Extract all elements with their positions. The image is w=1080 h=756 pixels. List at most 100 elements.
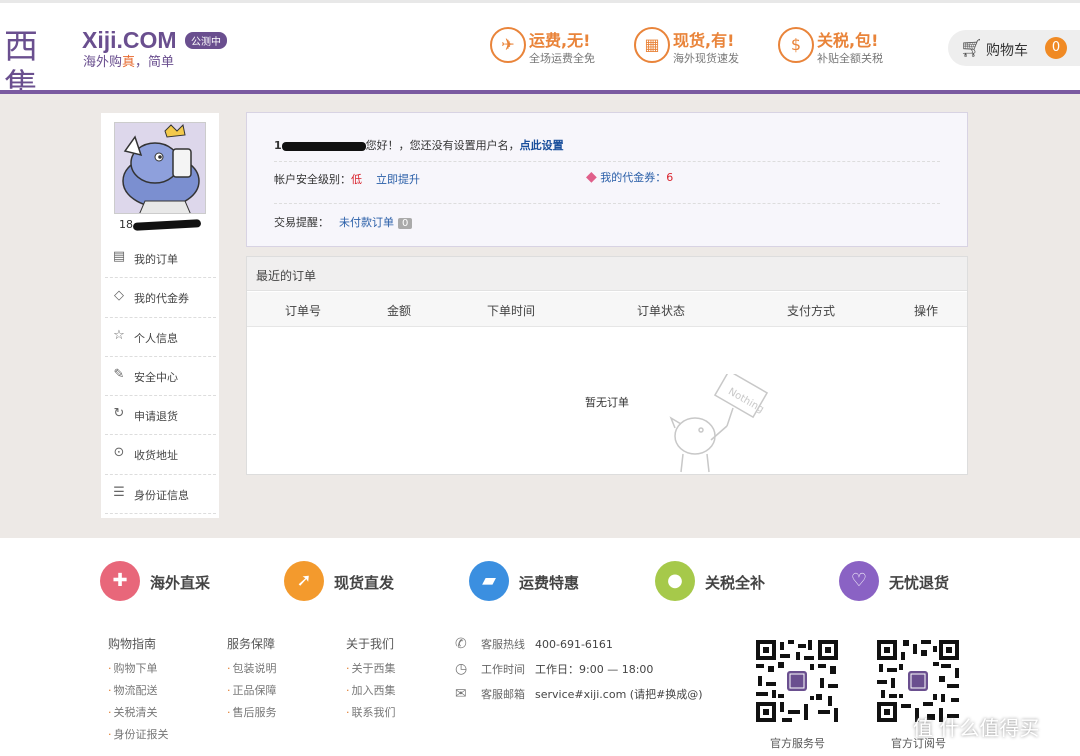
shopping-bag-icon: ✚ — [100, 561, 140, 601]
security-label: 帐户安全级别： — [274, 173, 351, 186]
sidebar-item-label: 我的订单 — [134, 253, 178, 266]
promo-title: 关税,包! — [817, 31, 879, 50]
star-icon: ☆ — [113, 327, 125, 343]
plane-icon: ✈ — [490, 27, 526, 63]
sidebar-item-label: 申请退货 — [134, 410, 178, 424]
sidebar-item-label: 个人信息 — [134, 331, 178, 345]
promo-subtitle: 海外现货速发 — [673, 52, 739, 65]
promo-subtitle: 全场运费全免 — [529, 52, 595, 65]
user-id: 1 — [274, 139, 282, 152]
feature-label: 海外直采 — [150, 574, 211, 592]
divider — [274, 203, 940, 204]
coupon-count: 6 — [666, 171, 674, 184]
contact-email: ✉ 客服邮箱 service#xiji.com (请把#换成@) — [455, 686, 703, 702]
footer-link[interactable]: · 联系我们 — [346, 704, 396, 726]
dollar-icon: $ — [778, 27, 814, 63]
promo-title: 现货,有! — [673, 31, 735, 50]
footer-link[interactable]: · 加入西集 — [346, 682, 396, 704]
column-order-time: 下单时间 — [487, 304, 536, 318]
promo-subtitle: 补贴全额关税 — [817, 52, 883, 65]
unpaid-count-badge: 0 — [398, 218, 413, 229]
clock-icon: ◷ — [455, 661, 468, 677]
promo-title: 运费,无! — [529, 31, 591, 50]
column-order-number: 订单号 — [285, 304, 322, 318]
footer-link[interactable]: · 身份证报关 — [108, 726, 169, 748]
greeting-row: 1 您好！，您还没有设置用户名，点此设置 — [274, 137, 564, 153]
sidebar-item-returns[interactable]: ↻ 申请退货 — [105, 396, 216, 436]
orders-title: 最近的订单 — [247, 257, 967, 291]
sidebar-item-address[interactable]: ⊙ 收货地址 — [105, 435, 216, 475]
set-username-link[interactable]: 点此设置 — [520, 139, 564, 152]
tag-icon: ◇ — [114, 288, 124, 304]
logo-slogan: 海外购真，简单 — [83, 55, 175, 70]
rocket-icon: ➚ — [284, 561, 324, 601]
column-order-status: 订单状态 — [637, 304, 686, 318]
upgrade-security-link[interactable]: 立即提升 — [376, 173, 420, 186]
coupon-tag-icon: ◆ — [586, 169, 597, 185]
feature-label: 关税全补 — [705, 574, 766, 592]
sidebar-item-security[interactable]: ✎ 安全中心 — [105, 357, 216, 397]
qr-label-service: 官方服务号 — [770, 737, 825, 750]
footer-column-service: 服务保障 · 包装说明 · 正品保障 · 售后服务 — [227, 635, 277, 726]
sidebar-item-label: 安全中心 — [134, 370, 178, 384]
heart-icon: ♡ — [839, 561, 879, 601]
reminder-row: 交易提醒： 未付款订单 0 — [274, 214, 413, 230]
contact-hotline: ✆ 客服热线 400-691-6161 — [455, 636, 613, 652]
footer-column-shopping-guide: 购物指南 · 购物下单 · 物流配送 · 关税清关 · 身份证报关 — [108, 635, 169, 748]
sidebar-item-label: 身份证信息 — [134, 488, 189, 502]
column-actions: 操作 — [914, 304, 939, 318]
piggy-bank-icon: ● — [655, 561, 695, 601]
account-sidebar: 18 ▤ 我的订单 ◇ 我的代金券 ☆ 个人信息 ✎ 安全中心 ↻ 申请退货 ⊙… — [101, 113, 219, 518]
sidebar-item-profile[interactable]: ☆ 个人信息 — [105, 318, 216, 357]
footer-link[interactable]: · 售后服务 — [227, 704, 277, 726]
footer-link[interactable]: · 关税清关 — [108, 704, 169, 726]
refresh-icon: ↻ — [113, 406, 125, 422]
recent-orders-panel: 最近的订单 订单号 金额 下单时间 订单状态 支付方式 操作 暂无订单 Noth… — [246, 256, 968, 475]
cart-label: 购物车 — [986, 43, 1028, 59]
footer-link[interactable]: · 包装说明 — [227, 660, 277, 682]
contact-hours: ◷ 工作时间 工作日：9:00 — 18:00 — [455, 661, 654, 677]
id-card-icon: ☰ — [113, 484, 125, 500]
orders-table-header: 订单号 金额 下单时间 订单状态 支付方式 操作 — [247, 292, 967, 327]
sidebar-item-label: 我的代金券 — [134, 292, 189, 306]
logo-english: Xiji.COM — [82, 27, 177, 53]
cart-button[interactable]: 🛒︎ 购物车 0 — [948, 30, 1080, 66]
unpaid-orders-link[interactable]: 未付款订单 — [339, 216, 394, 229]
feature-label: 运费特惠 — [519, 574, 580, 592]
mail-icon: ✉ — [455, 686, 467, 702]
column-payment-method: 支付方式 — [787, 304, 836, 318]
security-level: 低 — [351, 173, 362, 186]
truck-icon: ▰ — [469, 561, 509, 601]
gift-box-icon: ▦ — [634, 27, 670, 63]
greeting-text: 您好！，您还没有设置用户名， — [365, 139, 520, 152]
shopping-cart-icon: 🛒︎ — [960, 38, 983, 59]
footer-column-about: 关于我们 · 关于西集 · 加入西集 · 联系我们 — [346, 635, 396, 726]
footer-link[interactable]: · 物流配送 — [108, 682, 169, 704]
empty-state-illustration: Nothing — [669, 374, 769, 473]
footer-link[interactable]: · 关于西集 — [346, 660, 396, 682]
site-header: 西集 Xiji.COM 公测中 海外购真，简单 ✈ 运费,无! 全场运费全免 ▦… — [0, 0, 1080, 107]
sidebar-item-orders[interactable]: ▤ 我的订单 — [105, 239, 216, 279]
coupon-link[interactable]: 我的代金券： — [600, 171, 666, 184]
document-icon: ▤ — [112, 249, 126, 264]
sidebar-menu: ▤ 我的订单 ◇ 我的代金券 ☆ 个人信息 ✎ 安全中心 ↻ 申请退货 ⊙ 收货… — [105, 239, 216, 515]
coupon-row[interactable]: ◆ 我的代金券：6 — [586, 169, 673, 185]
empty-orders-text: 暂无订单 — [585, 396, 629, 409]
footer-link[interactable]: · 正品保障 — [227, 682, 277, 704]
feature-label: 无忧退货 — [889, 574, 950, 592]
watermark: 值 什么值得买 — [913, 716, 1040, 740]
qr-code-service — [754, 638, 840, 724]
column-amount: 金额 — [387, 304, 412, 318]
footer-link[interactable]: · 购物下单 — [108, 660, 169, 682]
sidebar-item-id-info[interactable]: ☰ 身份证信息 — [105, 475, 216, 515]
avatar[interactable] — [114, 122, 206, 214]
footer-column-title: 关于我们 — [346, 637, 395, 651]
footer-column-title: 服务保障 — [227, 637, 276, 651]
phone-icon: ✆ — [455, 636, 467, 652]
username: 18 — [101, 218, 219, 231]
footer-column-title: 购物指南 — [108, 637, 157, 651]
edit-icon: ✎ — [113, 366, 125, 382]
feature-label: 现货直发 — [334, 574, 395, 592]
sidebar-item-coupons[interactable]: ◇ 我的代金券 — [105, 278, 216, 318]
cart-count-badge: 0 — [1045, 37, 1067, 59]
